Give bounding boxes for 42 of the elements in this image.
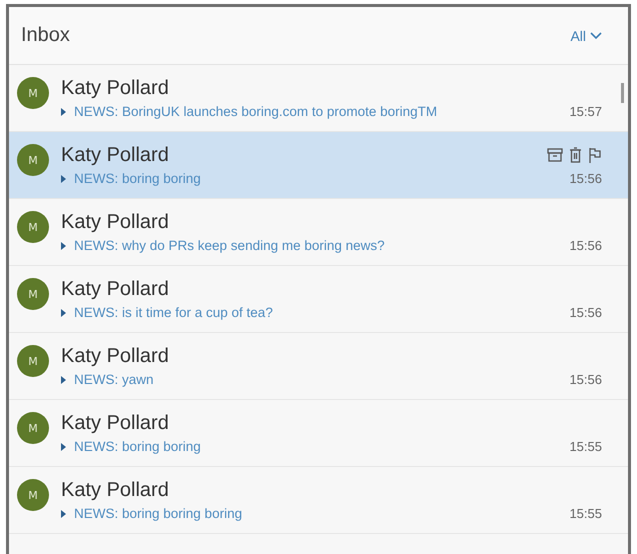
sender-name: Katy Pollard xyxy=(61,76,169,100)
expand-icon[interactable] xyxy=(61,242,66,250)
sender-name: Katy Pollard xyxy=(61,478,169,502)
filter-dropdown[interactable]: All xyxy=(568,26,604,46)
chevron-down-icon xyxy=(590,32,602,40)
sender-name: Katy Pollard xyxy=(61,210,169,234)
avatar: M xyxy=(17,479,49,511)
avatar: M xyxy=(17,144,49,176)
message-subject: NEWS: boring boring xyxy=(74,171,201,186)
message-subject: NEWS: boring boring xyxy=(74,439,201,454)
message-subject: NEWS: BoringUK launches boring.com to promote boringTM xyxy=(74,104,438,119)
sender-name: Katy Pollard xyxy=(61,278,169,300)
avatar: M xyxy=(17,211,49,243)
message-subject: NEWS: why do PRs keep sending me boring news? xyxy=(74,238,385,253)
expand-icon[interactable] xyxy=(61,174,66,182)
avatar: M xyxy=(17,412,49,444)
expand-icon[interactable] xyxy=(61,376,66,384)
message-time: 15:56 xyxy=(569,171,602,186)
message-subject: NEWS: boring boring boring xyxy=(74,506,242,521)
message-time: 15:55 xyxy=(569,439,602,454)
archive-icon[interactable] xyxy=(547,148,563,162)
message-subject: NEWS: is it time for a cup of tea? xyxy=(74,305,273,320)
inbox-title: Inbox xyxy=(21,24,70,47)
sender-name: Katy Pollard xyxy=(61,412,169,434)
message-time: 15:55 xyxy=(569,506,602,521)
sender-name: Katy Pollard xyxy=(61,344,169,368)
expand-icon[interactable] xyxy=(61,442,66,450)
trash-icon[interactable] xyxy=(569,147,582,163)
sender-name: Katy Pollard xyxy=(61,144,169,166)
avatar: M xyxy=(17,77,49,109)
avatar: M xyxy=(17,278,49,310)
message-time: 15:56 xyxy=(569,372,602,387)
message-time: 15:56 xyxy=(569,238,602,253)
expand-icon[interactable] xyxy=(61,308,66,316)
message-time: 15:57 xyxy=(569,104,602,119)
message-row[interactable]: M Katy Pollard NEWS: boring boring 15:56 xyxy=(9,132,628,199)
expand-icon[interactable] xyxy=(61,510,66,518)
message-subject: NEWS: yawn xyxy=(74,372,154,387)
avatar: M xyxy=(17,345,49,377)
expand-icon[interactable] xyxy=(61,108,66,116)
flag-icon[interactable] xyxy=(588,147,602,163)
message-time: 15:56 xyxy=(569,305,602,320)
